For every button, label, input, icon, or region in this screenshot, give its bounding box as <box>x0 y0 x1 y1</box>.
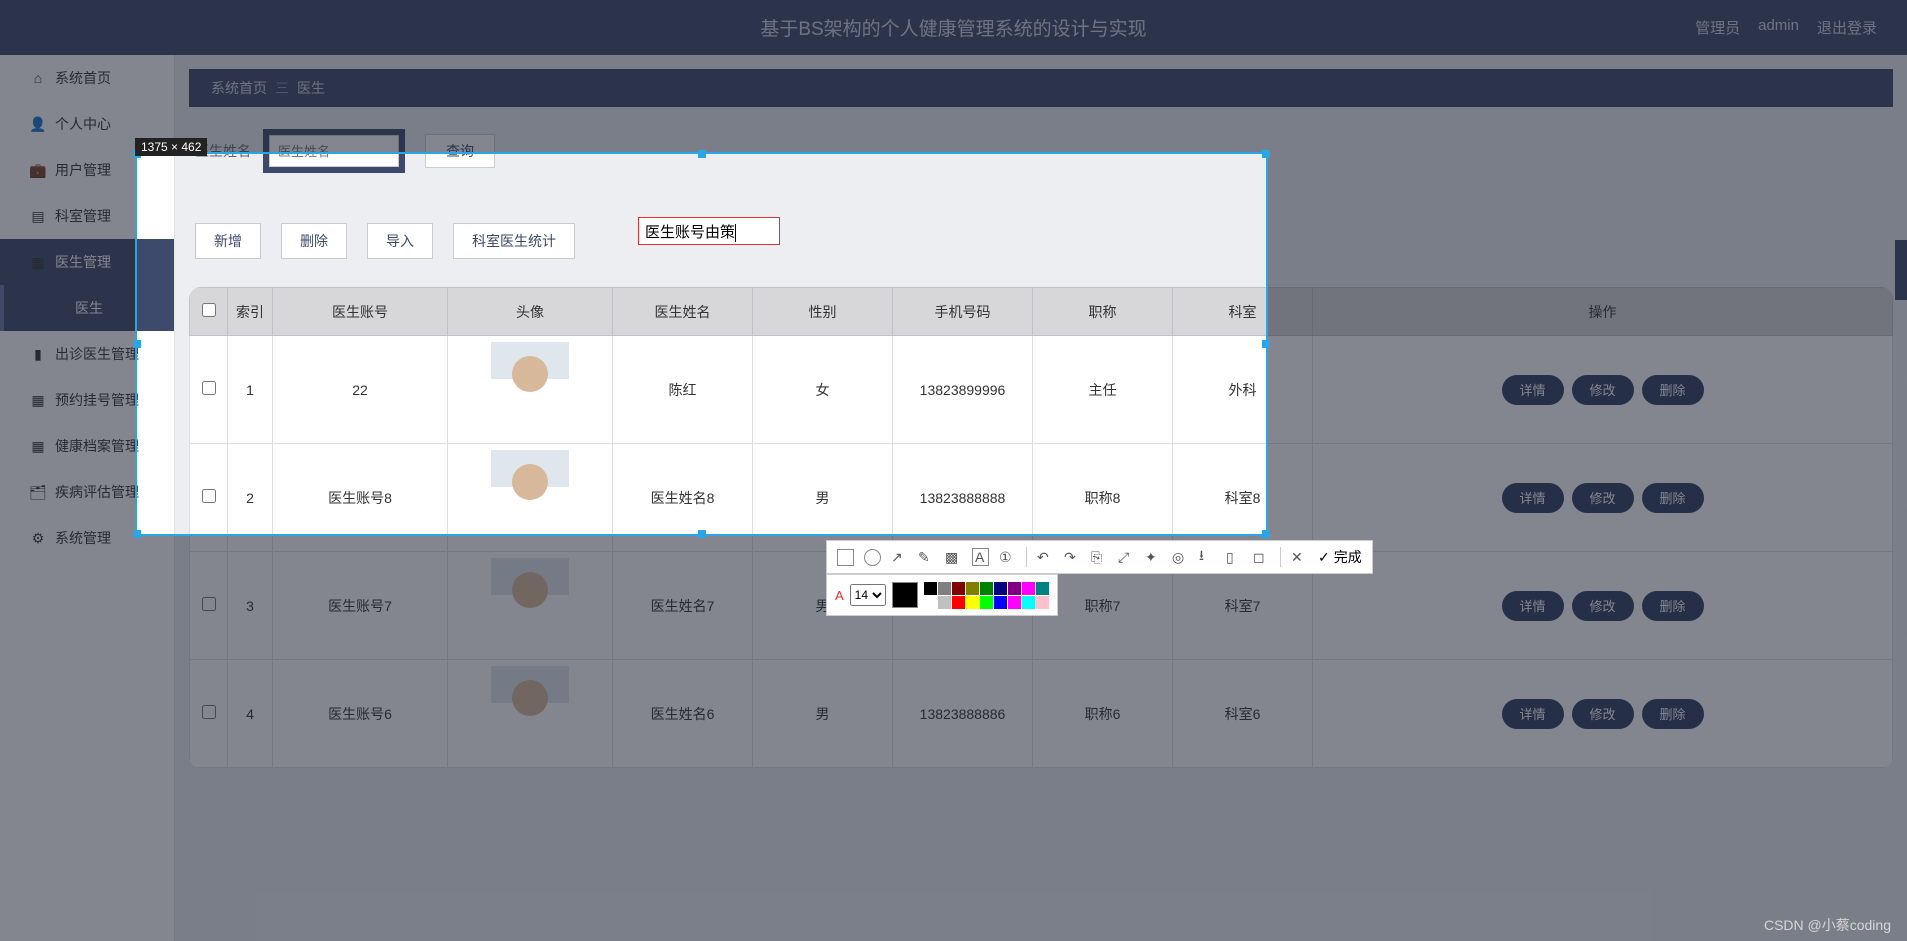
col-header: 手机号码 <box>893 288 1033 336</box>
row-checkbox[interactable] <box>202 381 216 395</box>
color-swatch[interactable] <box>1008 596 1021 609</box>
color-swatch[interactable] <box>966 582 979 595</box>
cancel-icon[interactable]: ✕ <box>1291 549 1308 566</box>
text-tool-icon[interactable]: A <box>972 548 989 566</box>
check-icon: ✓ <box>1318 549 1330 566</box>
undo-icon[interactable]: ↶ <box>1037 549 1054 566</box>
color-swatch[interactable] <box>924 596 937 609</box>
annotation-text: 医生账号由策 <box>645 224 735 241</box>
color-swatches <box>924 582 1049 609</box>
pencil-tool-icon[interactable]: ✎ <box>918 549 935 566</box>
avatar <box>491 450 569 542</box>
cell-idx: 1 <box>228 336 273 444</box>
col-header: 性别 <box>753 288 893 336</box>
mosaic-tool-icon[interactable]: ▩ <box>945 549 962 566</box>
redo-icon[interactable]: ↷ <box>1064 549 1081 566</box>
color-swatch[interactable] <box>994 582 1007 595</box>
color-swatch[interactable] <box>1008 582 1021 595</box>
col-header: 医生姓名 <box>613 288 753 336</box>
ellipse-tool-icon[interactable] <box>864 549 881 566</box>
color-swatch[interactable] <box>980 582 993 595</box>
cell-gender: 女 <box>753 336 893 444</box>
screenshot-mask <box>0 152 135 536</box>
rect-tool-icon[interactable] <box>837 549 854 566</box>
expand-tool-icon[interactable]: ⤢ <box>1118 549 1135 566</box>
cell-name: 陈红 <box>613 336 753 444</box>
download-icon[interactable]: ⭳ <box>1199 545 1216 569</box>
font-toolbar: A 14 <box>826 574 1058 616</box>
import-button[interactable]: 导入 <box>367 223 433 259</box>
screenshot-toolbar: ↗ ✎ ▩ A ① ↶ ↷ ⎘ ⤢ ✦ ◎ ⭳ ▯ ◻ ✕ ✓完成 <box>826 540 1373 574</box>
screenshot-mask <box>1268 152 1907 536</box>
annotation-text-input[interactable]: 医生账号由策 <box>638 217 780 245</box>
color-swatch[interactable] <box>1022 582 1035 595</box>
target-tool-icon[interactable]: ◎ <box>1172 549 1189 566</box>
delete-button[interactable]: 删除 <box>281 223 347 259</box>
color-swatch[interactable] <box>1036 596 1049 609</box>
row-checkbox[interactable] <box>202 489 216 503</box>
color-swatch[interactable] <box>1036 582 1049 595</box>
color-swatch[interactable] <box>938 596 951 609</box>
color-swatch[interactable] <box>1022 596 1035 609</box>
add-button[interactable]: 新增 <box>195 223 261 259</box>
color-swatch[interactable] <box>966 596 979 609</box>
cell-acct: 22 <box>273 336 448 444</box>
col-header <box>190 288 228 336</box>
color-swatch[interactable] <box>980 596 993 609</box>
col-header: 头像 <box>448 288 613 336</box>
color-swatch[interactable] <box>924 582 937 595</box>
screenshot-mask <box>0 0 1907 152</box>
arrow-tool-icon[interactable]: ↗ <box>891 549 908 566</box>
bookmark-icon[interactable]: ◻ <box>1253 549 1270 566</box>
font-size-select[interactable]: 14 <box>850 584 886 606</box>
cell-title: 主任 <box>1033 336 1173 444</box>
cell-phone: 13823899996 <box>893 336 1033 444</box>
done-button[interactable]: ✓完成 <box>1318 547 1362 567</box>
font-a-icon: A <box>835 588 844 603</box>
color-swatch[interactable] <box>952 582 965 595</box>
col-header: 医生账号 <box>273 288 448 336</box>
counter-tool-icon[interactable]: ① <box>999 549 1016 566</box>
pin-tool-icon[interactable]: ✦ <box>1145 549 1162 566</box>
stats-button[interactable]: 科室医生统计 <box>453 223 575 259</box>
color-swatch[interactable] <box>952 596 965 609</box>
selection-dimensions: 1375 × 462 <box>135 138 207 156</box>
watermark: CSDN @小蔡coding <box>1764 915 1891 935</box>
avatar <box>491 342 569 434</box>
current-color-swatch[interactable] <box>892 582 918 608</box>
select-all-checkbox[interactable] <box>202 303 216 317</box>
col-header: 职称 <box>1033 288 1173 336</box>
copy-icon[interactable]: ▯ <box>1226 549 1243 566</box>
color-swatch[interactable] <box>994 596 1007 609</box>
crop-tool-icon[interactable]: ⎘ <box>1091 549 1108 566</box>
col-header: 索引 <box>228 288 273 336</box>
done-label: 完成 <box>1334 547 1362 567</box>
color-swatch[interactable] <box>938 582 951 595</box>
